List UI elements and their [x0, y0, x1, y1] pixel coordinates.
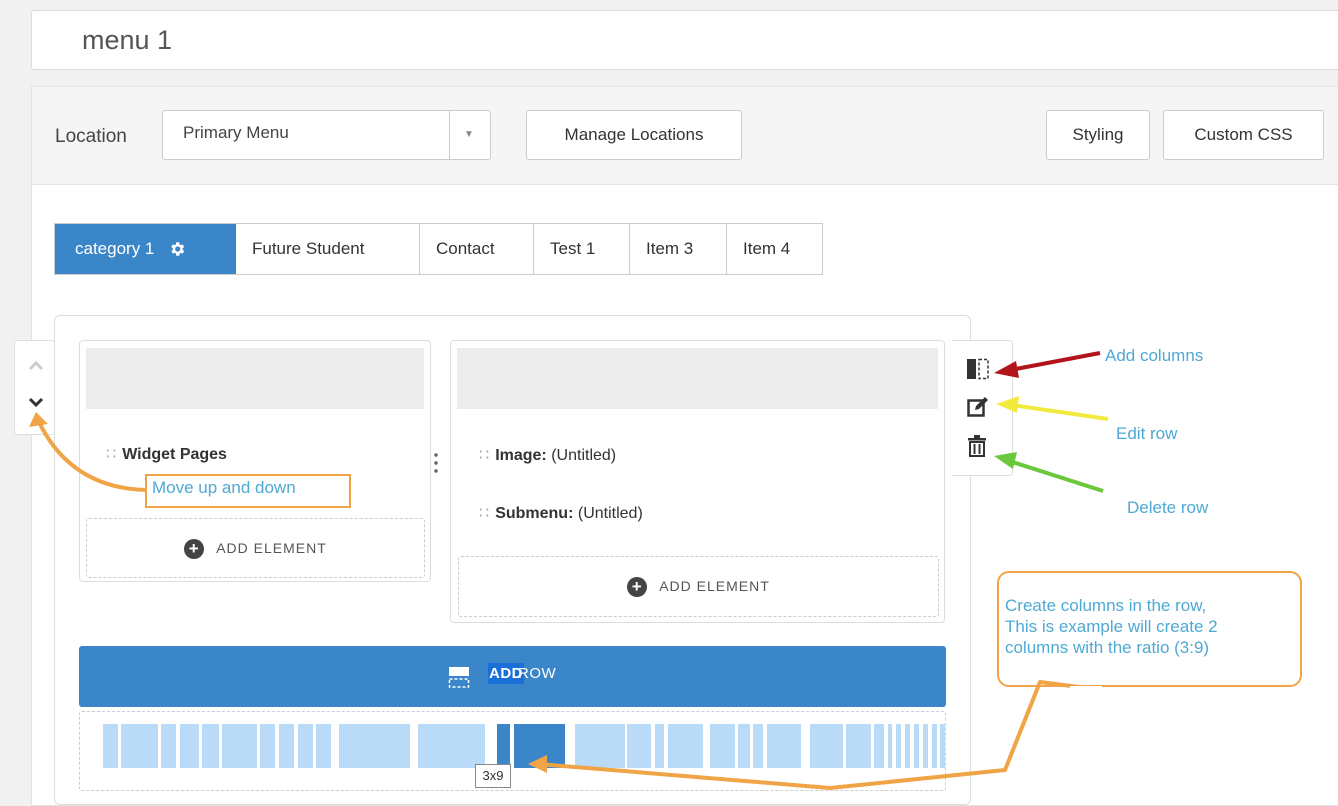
add-element-label: ADD ELEMENT — [216, 540, 327, 556]
menu-name-field[interactable]: menu 1 — [31, 10, 1338, 70]
element-image[interactable]: ∷ Image: (Untitled) — [479, 445, 616, 465]
element-type: Image: — [495, 447, 547, 464]
ratio-option[interactable] — [810, 724, 843, 768]
chevron-up-icon[interactable] — [28, 359, 44, 371]
drag-handle-icon[interactable]: ∷ — [106, 446, 116, 463]
ratio-option[interactable] — [923, 724, 928, 768]
ratio-option[interactable] — [668, 724, 703, 768]
drag-handle-icon[interactable]: ∷ — [479, 447, 489, 464]
add-element-label: ADD ELEMENT — [659, 578, 770, 594]
manage-locations-button[interactable]: Manage Locations — [526, 110, 742, 160]
tab-category-1[interactable]: category 1 — [55, 224, 236, 274]
ratio-option[interactable] — [905, 724, 910, 768]
move-row-controls — [14, 340, 55, 435]
ratio-option[interactable] — [161, 724, 176, 768]
chevron-down-icon[interactable] — [28, 397, 44, 409]
annotation-bubble: Create columns in the row, This is examp… — [997, 571, 1302, 687]
annotation-delete-row: Delete row — [1127, 498, 1209, 517]
styling-button[interactable]: Styling — [1046, 110, 1150, 160]
element-type: Submenu: — [495, 505, 574, 522]
tab-item-4[interactable]: Item 4 — [727, 224, 822, 274]
ratio-option[interactable] — [914, 724, 919, 768]
menu-name-text: menu 1 — [82, 25, 173, 55]
ratio-option[interactable] — [874, 724, 884, 768]
ratio-option[interactable] — [103, 724, 118, 768]
add-row-button[interactable]: ADD ROW — [79, 646, 946, 707]
tab-label: category 1 — [75, 239, 155, 258]
tab-item-3[interactable]: Item 3 — [630, 224, 727, 274]
ratio-option[interactable] — [316, 724, 331, 768]
location-label: Location — [55, 126, 127, 147]
menu-tabs: category 1 Future Student Contact Test 1… — [54, 223, 823, 275]
column-resize-handle[interactable] — [434, 450, 438, 478]
ratio-option[interactable] — [627, 724, 651, 768]
gear-icon[interactable] — [168, 240, 186, 258]
ratio-option[interactable] — [932, 724, 937, 768]
ratio-option[interactable] — [418, 724, 485, 768]
element-submenu[interactable]: ∷ Submenu: (Untitled) — [479, 503, 643, 523]
element-title: (Untitled) — [551, 447, 617, 464]
add-element-button[interactable]: + ADD ELEMENT — [86, 518, 425, 578]
element-widget-pages[interactable]: ∷ Widget Pages — [106, 444, 227, 464]
ratio-option[interactable] — [846, 724, 871, 768]
trash-icon[interactable] — [967, 435, 987, 457]
plus-circle-icon: + — [184, 539, 205, 560]
custom-css-button[interactable]: Custom CSS — [1163, 110, 1324, 160]
ratio-option[interactable] — [575, 724, 625, 768]
column-2: ∷ Image: (Untitled) ∷ Submenu: (Untitled) … — [450, 340, 945, 623]
ratio-option[interactable] — [940, 724, 945, 768]
column-1-header[interactable] — [86, 348, 424, 409]
tab-future-student[interactable]: Future Student — [236, 224, 420, 274]
ratio-option[interactable] — [339, 724, 410, 768]
ratio-option[interactable] — [279, 724, 294, 768]
ratio-option[interactable] — [222, 724, 257, 768]
column-1: ∷ Widget Pages + ADD ELEMENT — [79, 340, 431, 582]
drag-handle-icon[interactable]: ∷ — [479, 505, 489, 522]
annotation-add-columns: Add columns — [1105, 346, 1204, 365]
select-divider — [449, 111, 450, 159]
ratio-option[interactable] — [180, 724, 199, 768]
ratio-option[interactable] — [202, 724, 219, 768]
row-toolbar — [952, 340, 1013, 476]
ratio-option[interactable] — [888, 724, 892, 768]
bubble-line: columns with the ratio (3:9) — [1005, 638, 1210, 657]
bubble-line: This is example will create 2 — [1005, 617, 1218, 636]
column-2-header[interactable] — [457, 348, 938, 409]
ratio-option[interactable] — [655, 724, 664, 768]
add-columns-icon[interactable] — [966, 358, 990, 380]
annotation-move: Move up and down — [152, 478, 296, 497]
add-element-button[interactable]: + ADD ELEMENT — [458, 556, 939, 617]
add-row-icon — [448, 667, 470, 688]
ratio-option[interactable] — [738, 724, 750, 768]
plus-circle-icon: + — [627, 577, 648, 598]
ratio-option[interactable] — [298, 724, 313, 768]
ratio-tooltip: 3x9 — [475, 764, 511, 788]
tab-contact[interactable]: Contact — [420, 224, 534, 274]
ratio-option[interactable] — [121, 724, 158, 768]
bubble-line: Create columns in the row, — [1005, 596, 1207, 615]
ratio-option[interactable] — [896, 724, 901, 768]
ratio-option[interactable] — [753, 724, 763, 768]
ratio-option[interactable] — [710, 724, 735, 768]
element-type: Widget Pages — [122, 446, 227, 463]
element-title: (Untitled) — [577, 505, 643, 522]
edit-icon[interactable] — [967, 396, 989, 418]
location-select[interactable]: Primary Menu ▼ — [162, 110, 491, 160]
ratio-option[interactable] — [497, 724, 510, 768]
tab-test-1[interactable]: Test 1 — [534, 224, 630, 274]
caret-down-icon: ▼ — [464, 129, 474, 140]
annotation-edit-row: Edit row — [1116, 424, 1178, 443]
add-row-label: ROW — [518, 665, 557, 682]
ratio-option[interactable] — [514, 724, 565, 768]
location-select-value: Primary Menu — [183, 123, 289, 142]
ratio-option[interactable] — [260, 724, 275, 768]
ratio-option[interactable] — [767, 724, 801, 768]
